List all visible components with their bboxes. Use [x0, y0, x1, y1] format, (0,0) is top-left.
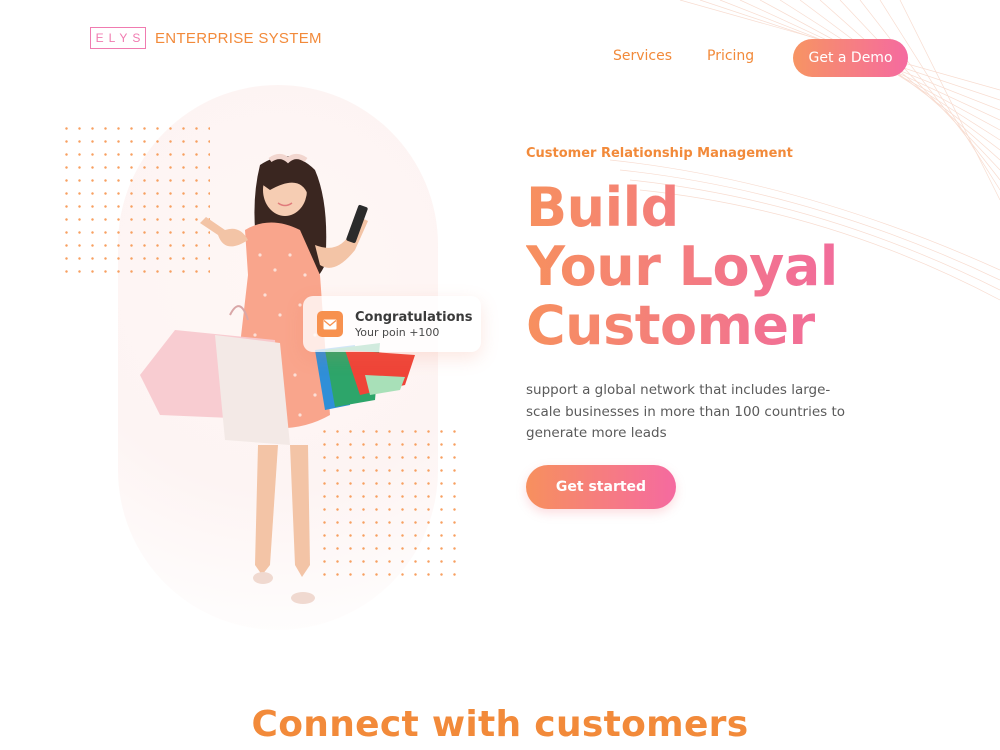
- nav-pricing-link[interactable]: Pricing: [707, 48, 754, 64]
- headline-line-3: Customer: [526, 294, 815, 357]
- nav-services-link[interactable]: Services: [613, 48, 672, 64]
- section-title: Connect with customers: [251, 704, 749, 745]
- notification-subtitle: Your poin +100: [355, 325, 440, 339]
- notification-card: Congratulations Your poin +100: [303, 296, 481, 352]
- get-a-demo-button[interactable]: Get a Demo: [793, 39, 908, 77]
- hero-person-image: [140, 154, 415, 604]
- hero-description: support a global network that includes l…: [526, 382, 846, 441]
- mail-icon: [317, 311, 343, 337]
- logo[interactable]: ELYS: [90, 27, 146, 49]
- brand-name: ENTERPRISE SYSTEM: [155, 30, 322, 47]
- notification-title: Congratulations: [355, 309, 473, 325]
- headline-line-1: Build: [526, 176, 679, 239]
- get-started-button[interactable]: Get started: [526, 465, 676, 509]
- hero-headline: Build Your Loyal Customer: [526, 178, 966, 355]
- hero-eyebrow: Customer Relationship Management: [526, 146, 793, 161]
- headline-line-2: Your Loyal: [526, 235, 838, 298]
